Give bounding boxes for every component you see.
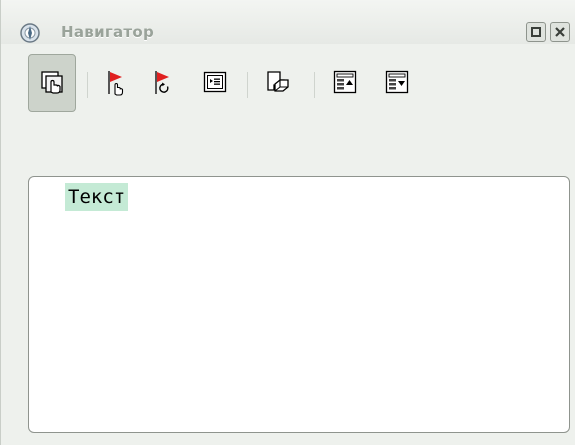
title-bar[interactable]: Навигатор [1, 0, 575, 44]
promote-level-button[interactable] [321, 54, 369, 112]
navigator-compass-icon [19, 22, 41, 44]
drag-mode-button[interactable] [28, 54, 76, 112]
content-view-icon [203, 71, 227, 93]
restore-button[interactable] [526, 22, 546, 42]
drag-mode-shapes-icon [267, 71, 289, 92]
content-view-button[interactable] [191, 54, 239, 112]
demote-level-button[interactable] [373, 54, 421, 112]
close-button[interactable] [550, 22, 570, 42]
drag-mode-icon [41, 71, 63, 94]
toolbar-separator [87, 72, 88, 98]
toolbar-separator [314, 72, 315, 98]
toolbar-separator [247, 72, 248, 98]
drag-mode-shapes-button[interactable] [254, 54, 302, 112]
demote-level-icon [385, 70, 409, 94]
close-icon [555, 27, 565, 37]
previous-object-button[interactable] [93, 54, 141, 112]
promote-level-icon [333, 70, 357, 94]
navigator-tree[interactable]: Текст [28, 176, 570, 433]
next-object-button[interactable] [140, 54, 188, 112]
previous-object-icon [108, 71, 124, 96]
window-title: Навигатор [61, 23, 155, 41]
restore-icon [531, 27, 541, 37]
tree-item-text[interactable]: Текст [65, 183, 129, 211]
navigator-toolbar [1, 54, 575, 114]
navigator-panel: Навигатор Текст [0, 0, 575, 445]
next-object-icon [155, 71, 169, 94]
